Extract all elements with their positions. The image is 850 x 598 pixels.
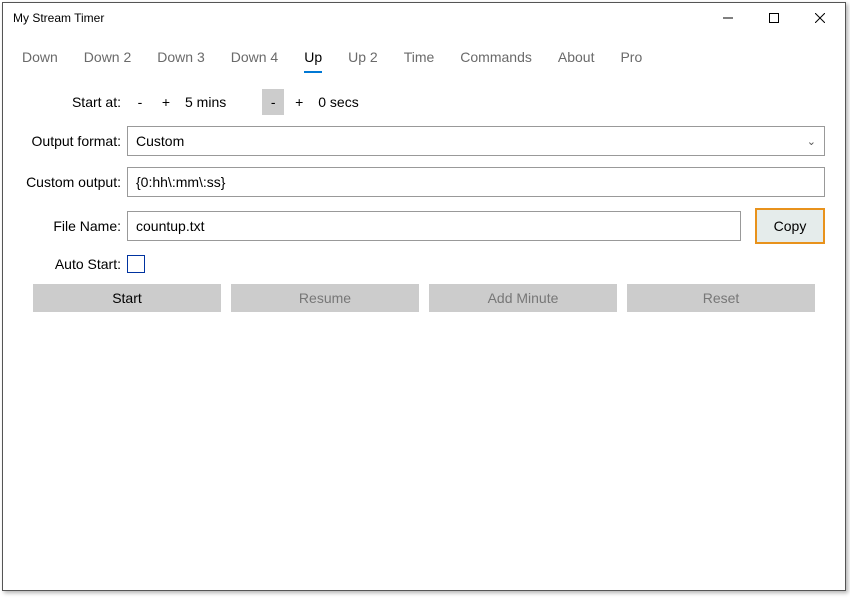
secs-plus-button[interactable]: + — [288, 89, 310, 115]
reset-button[interactable]: Reset — [627, 284, 815, 312]
start-at-label: Start at: — [23, 94, 127, 110]
close-button[interactable] — [797, 3, 843, 33]
tab-down2[interactable]: Down 2 — [71, 41, 144, 75]
start-button[interactable]: Start — [33, 284, 221, 312]
tab-down3[interactable]: Down 3 — [144, 41, 217, 75]
output-format-value: Custom — [136, 133, 184, 149]
start-at-field: - + 5 mins - + 0 secs — [127, 89, 825, 115]
output-format-label: Output format: — [23, 133, 127, 149]
tab-time[interactable]: Time — [391, 41, 448, 75]
tab-pro[interactable]: Pro — [607, 41, 655, 75]
tab-commands[interactable]: Commands — [447, 41, 545, 75]
tab-down[interactable]: Down — [9, 41, 71, 75]
titlebar: My Stream Timer — [3, 3, 845, 33]
tab-about[interactable]: About — [545, 41, 608, 75]
custom-output-label: Custom output: — [23, 174, 127, 190]
tab-up[interactable]: Up — [291, 41, 335, 75]
secs-minus-button[interactable]: - — [262, 89, 284, 115]
add-minute-button[interactable]: Add Minute — [429, 284, 617, 312]
window-controls — [705, 3, 843, 33]
app-window: My Stream Timer Down Down 2 Down 3 Down … — [2, 2, 846, 591]
output-format-row: Output format: Custom ⌄ — [23, 126, 825, 156]
start-at-row: Start at: - + 5 mins - + 0 secs — [23, 89, 825, 115]
copy-button[interactable]: Copy — [755, 208, 825, 244]
custom-output-row: Custom output: — [23, 167, 825, 197]
custom-output-input[interactable] — [127, 167, 825, 197]
mins-plus-button[interactable]: + — [155, 89, 177, 115]
auto-start-label: Auto Start: — [23, 256, 127, 272]
file-name-input[interactable] — [127, 211, 741, 241]
mins-minus-button[interactable]: - — [129, 89, 151, 115]
output-format-select[interactable]: Custom ⌄ — [127, 126, 825, 156]
content-area: Start at: - + 5 mins - + 0 secs Output f… — [3, 75, 845, 312]
secs-stepper: - + 0 secs — [260, 89, 364, 115]
secs-value: 0 secs — [312, 94, 364, 110]
mins-value: 5 mins — [179, 94, 232, 110]
maximize-button[interactable] — [751, 3, 797, 33]
action-button-row: Start Resume Add Minute Reset — [23, 284, 825, 312]
tab-up2[interactable]: Up 2 — [335, 41, 391, 75]
auto-start-checkbox[interactable] — [127, 255, 145, 273]
chevron-down-icon: ⌄ — [807, 135, 816, 148]
file-name-label: File Name: — [23, 218, 127, 234]
auto-start-row: Auto Start: — [23, 255, 825, 273]
resume-button[interactable]: Resume — [231, 284, 419, 312]
mins-stepper: - + 5 mins — [127, 89, 232, 115]
minimize-button[interactable] — [705, 3, 751, 33]
tab-bar: Down Down 2 Down 3 Down 4 Up Up 2 Time C… — [3, 33, 845, 75]
tab-down4[interactable]: Down 4 — [218, 41, 291, 75]
window-title: My Stream Timer — [13, 11, 705, 25]
file-name-row: File Name: Copy — [23, 208, 825, 244]
